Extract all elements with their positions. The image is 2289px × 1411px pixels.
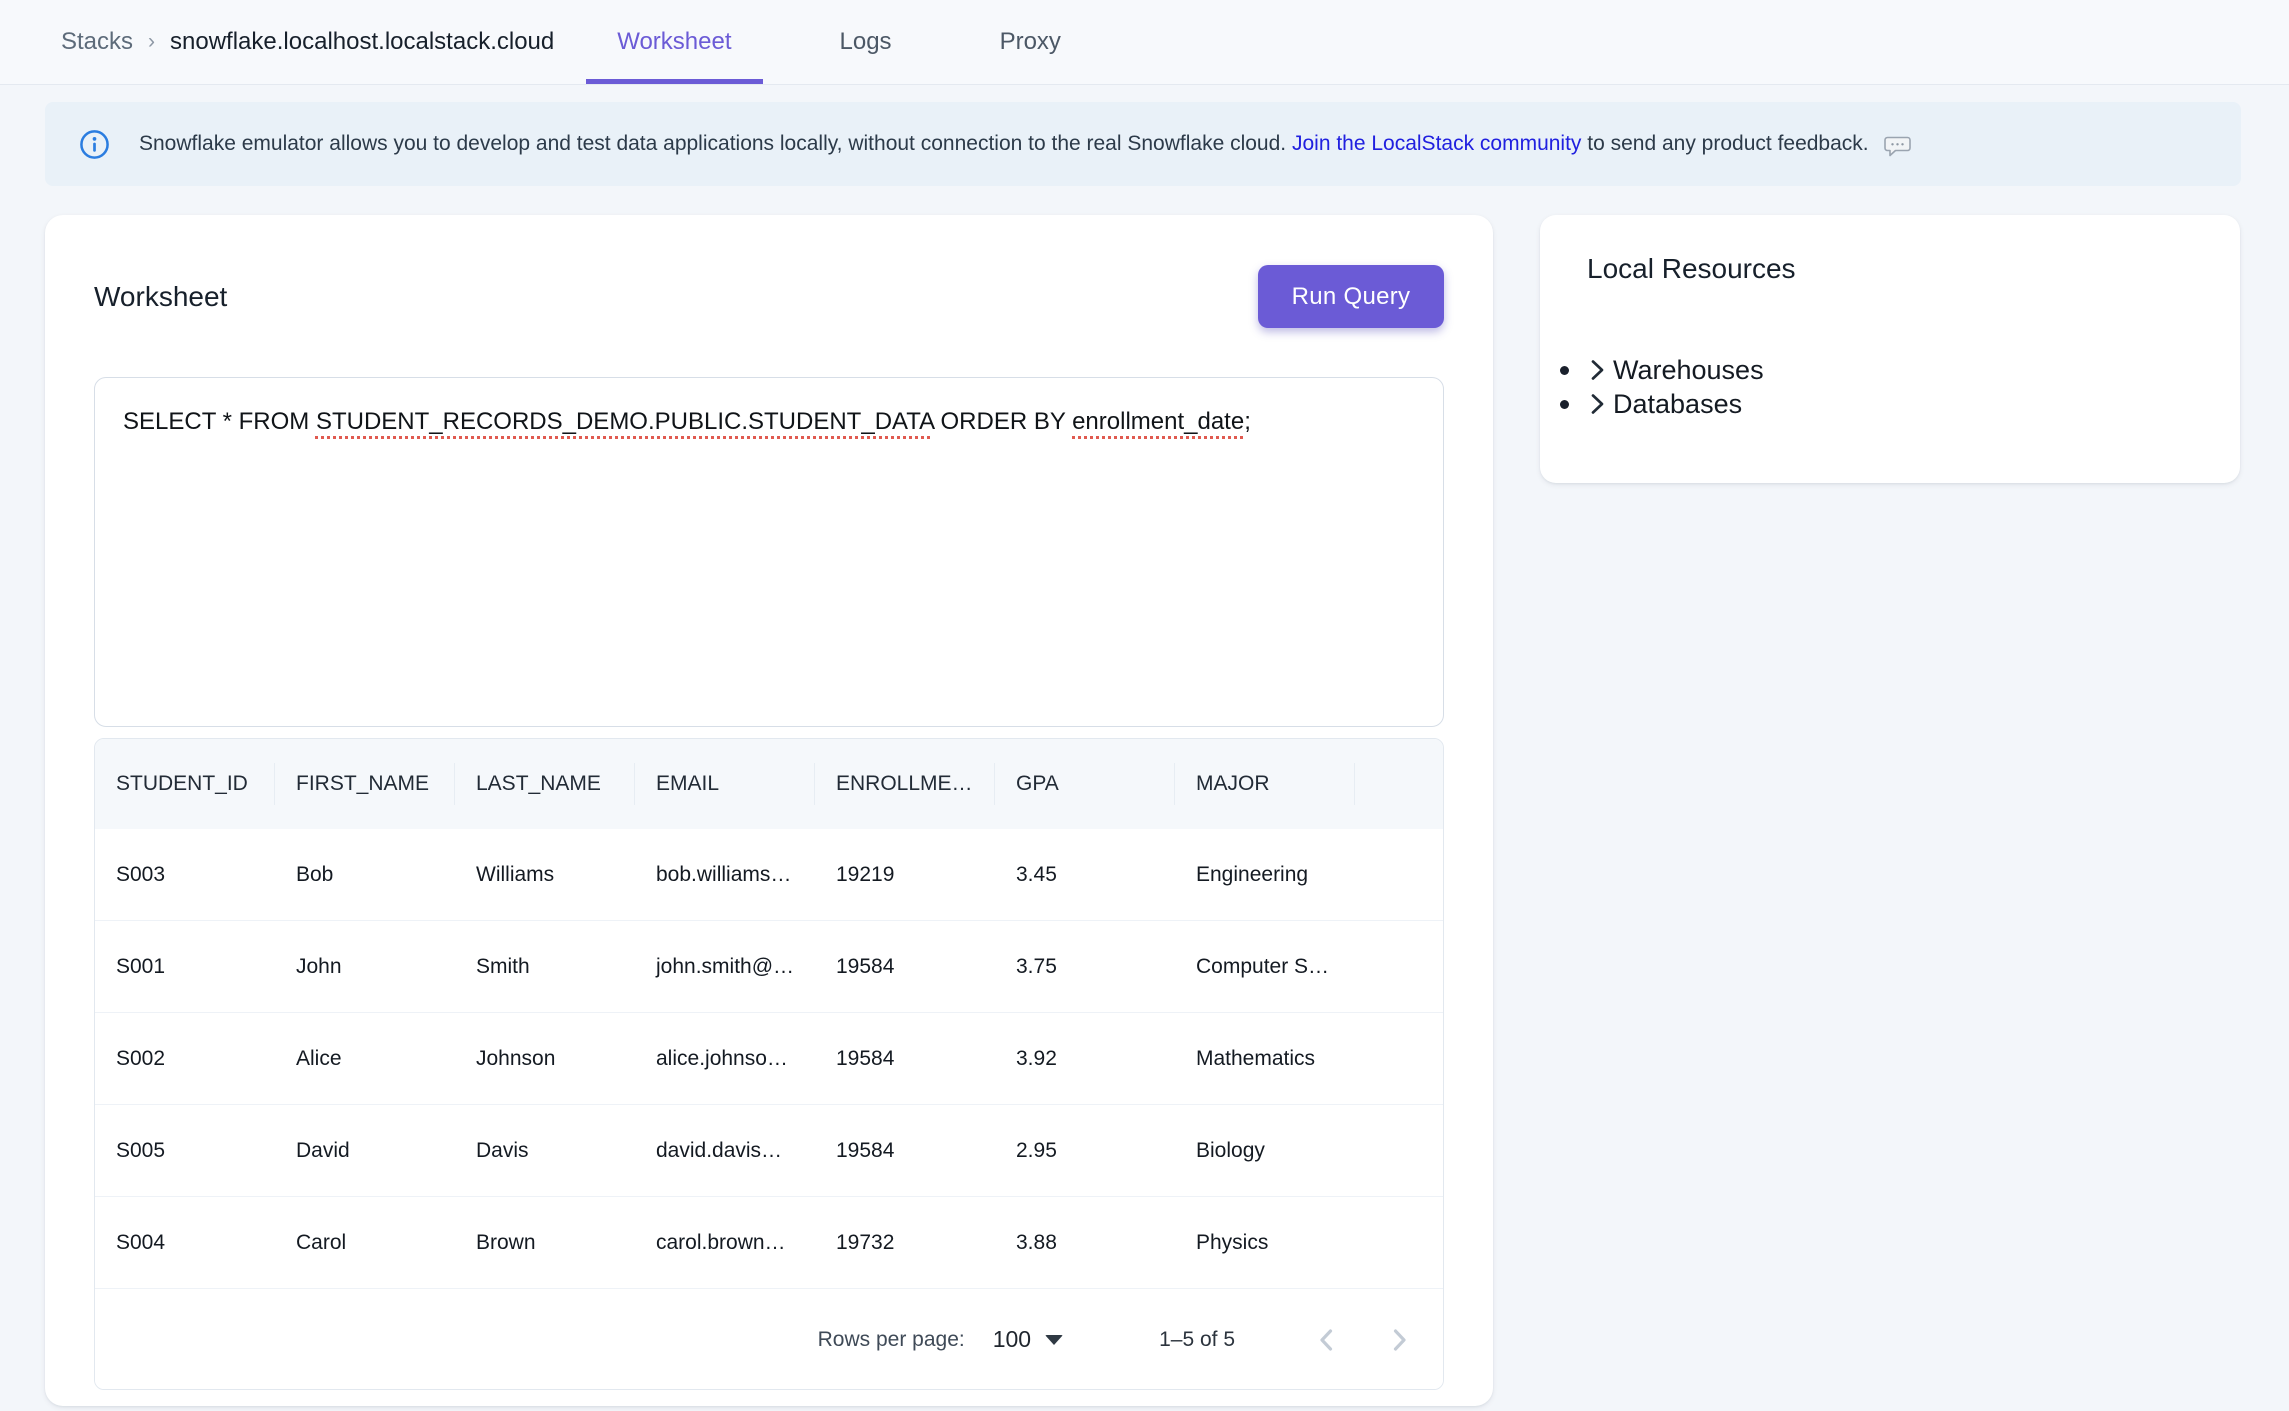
breadcrumb-separator-icon: › — [148, 30, 155, 54]
table-row[interactable]: S005 David Davis david.davis… 19584 2.95… — [95, 1105, 1443, 1197]
next-page-button[interactable] — [1377, 1318, 1421, 1362]
column-header-gpa[interactable]: GPA — [995, 763, 1175, 805]
tree-item-label: Warehouses — [1613, 355, 1764, 386]
cell-last-name: Smith — [455, 955, 635, 979]
cell-enrollment-date: 19584 — [815, 1139, 995, 1163]
column-header-student-id[interactable]: STUDENT_ID — [95, 763, 275, 805]
cell-last-name: Davis — [455, 1139, 635, 1163]
tree-item-label: Databases — [1613, 389, 1742, 420]
cell-email: bob.williams… — [635, 863, 815, 887]
cell-enrollment-date: 19584 — [815, 1047, 995, 1071]
cell-gpa: 3.75 — [995, 955, 1175, 979]
sql-order-column: enrollment_date — [1072, 408, 1244, 435]
worksheet-header: Worksheet Run Query — [94, 215, 1444, 328]
banner-text-after: to send any product feedback. — [1581, 132, 1874, 156]
banner-text-before: Snowflake emulator allows you to develop… — [139, 132, 1292, 156]
worksheet-panel: Worksheet Run Query SELECT * FROM STUDEN… — [45, 215, 1493, 1406]
results-table-header-row: STUDENT_ID FIRST_NAME LAST_NAME EMAIL EN… — [95, 739, 1443, 829]
sql-text-part1: SELECT * FROM — [123, 408, 316, 435]
cell-gpa: 2.95 — [995, 1139, 1175, 1163]
chevron-right-icon — [1384, 1325, 1414, 1355]
table-row[interactable]: S001 John Smith john.smith@… 19584 3.75 … — [95, 921, 1443, 1013]
list-bullet — [1560, 400, 1569, 409]
column-header-first-name[interactable]: FIRST_NAME — [275, 763, 455, 805]
rows-per-page-value: 100 — [993, 1326, 1031, 1353]
cell-gpa: 3.45 — [995, 863, 1175, 887]
sql-table-ref: STUDENT_RECORDS_DEMO.PUBLIC.STUDENT_DATA — [316, 408, 934, 435]
column-header-last-name[interactable]: LAST_NAME — [455, 763, 635, 805]
pagination-range: 1–5 of 5 — [1159, 1328, 1235, 1352]
results-table: STUDENT_ID FIRST_NAME LAST_NAME EMAIL EN… — [94, 738, 1444, 1390]
chevron-right-icon — [1584, 391, 1610, 417]
cell-major: Computer S… — [1175, 955, 1355, 979]
cell-first-name: Bob — [275, 863, 455, 887]
info-banner: Snowflake emulator allows you to develop… — [45, 102, 2241, 186]
cell-major: Mathematics — [1175, 1047, 1355, 1071]
chevron-down-icon — [1045, 1335, 1063, 1345]
tab-proxy[interactable]: Proxy — [969, 0, 1092, 84]
column-header-filler — [1355, 763, 1443, 805]
cell-gpa: 3.88 — [995, 1231, 1175, 1255]
cell-email: carol.brown… — [635, 1231, 815, 1255]
list-bullet — [1560, 366, 1569, 375]
cell-email: john.smith@… — [635, 955, 815, 979]
cell-enrollment-date: 19584 — [815, 955, 995, 979]
tab-logs[interactable]: Logs — [809, 0, 923, 84]
feedback-bubble-icon — [1883, 133, 1911, 159]
cell-enrollment-date: 19219 — [815, 863, 995, 887]
cell-email: david.davis… — [635, 1139, 815, 1163]
tree-item-databases[interactable]: Databases — [1560, 387, 2240, 421]
cell-major: Physics — [1175, 1231, 1355, 1255]
cell-student-id: S002 — [95, 1047, 275, 1071]
local-resources-title: Local Resources — [1587, 253, 2240, 285]
community-link[interactable]: Join the LocalStack community — [1292, 132, 1581, 156]
cell-last-name: Williams — [455, 863, 635, 887]
banner-message: Snowflake emulator allows you to develop… — [139, 131, 1911, 157]
breadcrumb: Stacks › snowflake.localhost.localstack.… — [61, 28, 554, 56]
tab-bar: Worksheet Logs Proxy — [586, 0, 1092, 84]
tree-item-warehouses[interactable]: Warehouses — [1560, 353, 2240, 387]
cell-student-id: S001 — [95, 955, 275, 979]
previous-page-button[interactable] — [1305, 1318, 1349, 1362]
table-row[interactable]: S002 Alice Johnson alice.johnso… 19584 3… — [95, 1013, 1443, 1105]
tab-worksheet[interactable]: Worksheet — [586, 0, 762, 84]
cell-first-name: John — [275, 955, 455, 979]
cell-last-name: Brown — [455, 1231, 635, 1255]
table-row[interactable]: S004 Carol Brown carol.brown… 19732 3.88… — [95, 1197, 1443, 1289]
worksheet-title: Worksheet — [94, 281, 227, 313]
cell-first-name: Alice — [275, 1047, 455, 1071]
local-resources-panel: Local Resources Warehouses Databases — [1540, 215, 2240, 483]
breadcrumb-stacks-link[interactable]: Stacks — [61, 28, 133, 56]
sql-editor[interactable]: SELECT * FROM STUDENT_RECORDS_DEMO.PUBLI… — [94, 377, 1444, 727]
top-navigation-bar: Stacks › snowflake.localhost.localstack.… — [0, 0, 2289, 85]
chevron-left-icon — [1312, 1325, 1342, 1355]
table-row[interactable]: S003 Bob Williams bob.williams… 19219 3.… — [95, 829, 1443, 921]
cell-first-name: Carol — [275, 1231, 455, 1255]
breadcrumb-current-stack: snowflake.localhost.localstack.cloud — [170, 28, 554, 56]
cell-enrollment-date: 19732 — [815, 1231, 995, 1255]
cell-major: Biology — [1175, 1139, 1355, 1163]
sql-text-part3: ; — [1244, 408, 1251, 435]
rows-per-page-label: Rows per page: — [818, 1328, 965, 1352]
cell-student-id: S004 — [95, 1231, 275, 1255]
info-icon — [79, 129, 110, 160]
rows-per-page-select[interactable]: 100 — [993, 1326, 1063, 1353]
run-query-button[interactable]: Run Query — [1258, 265, 1444, 328]
column-header-enrollment-date[interactable]: ENROLLME… — [815, 763, 995, 805]
cell-student-id: S005 — [95, 1139, 275, 1163]
chevron-right-icon — [1584, 357, 1610, 383]
cell-student-id: S003 — [95, 863, 275, 887]
column-header-major[interactable]: MAJOR — [1175, 763, 1355, 805]
cell-major: Engineering — [1175, 863, 1355, 887]
column-header-email[interactable]: EMAIL — [635, 763, 815, 805]
resources-tree: Warehouses Databases — [1540, 353, 2240, 421]
cell-first-name: David — [275, 1139, 455, 1163]
cell-gpa: 3.92 — [995, 1047, 1175, 1071]
sql-text-part2: ORDER BY — [934, 408, 1072, 435]
table-pagination: Rows per page: 100 1–5 of 5 — [95, 1289, 1443, 1390]
cell-email: alice.johnso… — [635, 1047, 815, 1071]
cell-last-name: Johnson — [455, 1047, 635, 1071]
